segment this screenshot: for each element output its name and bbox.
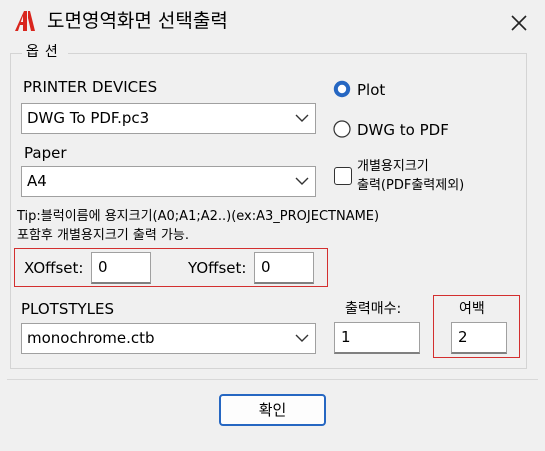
tip-line-2: 포함후 개별용지크기 출력 가능. xyxy=(17,228,190,243)
paper-label: Paper xyxy=(24,144,67,162)
chevron-down-icon xyxy=(295,114,309,122)
tip-line-1: Tip:블럭이름에 용지크기(A0;A1;A2..)(ex:A3_PROJECT… xyxy=(17,209,380,224)
close-button[interactable] xyxy=(503,7,535,39)
autocad-a-icon xyxy=(15,11,35,31)
window-title: 도면영역화면 선택출력 xyxy=(47,10,228,32)
xoffset-label: XOffset: xyxy=(24,259,84,277)
individual-paper-checkbox[interactable] xyxy=(334,167,352,185)
copies-label: 출력매수: xyxy=(345,301,402,317)
individual-paper-label-line2: 출력(PDF출력제외) xyxy=(357,178,465,193)
copies-input[interactable]: 1 xyxy=(334,322,420,354)
paper-select[interactable]: A4 xyxy=(21,166,316,197)
radio-plot-label: Plot xyxy=(357,81,386,99)
radio-plot[interactable]: Plot xyxy=(333,79,453,101)
options-group-legend: 옵션 xyxy=(22,44,68,60)
individual-paper-label: 개별용지크기 출력(PDF출력제외) xyxy=(357,157,464,195)
radio-dwg-to-pdf-label: DWG to PDF xyxy=(357,121,449,139)
plotstyles-label: PLOTSTYLES xyxy=(21,300,115,318)
printer-devices-select[interactable]: DWG To PDF.pc3 xyxy=(21,103,316,134)
radio-unselected-icon[interactable] xyxy=(333,120,351,138)
yoffset-input[interactable]: 0 xyxy=(254,252,314,284)
plotstyles-select[interactable]: monochrome.ctb xyxy=(21,323,316,354)
xoffset-input[interactable]: 0 xyxy=(91,252,151,284)
chevron-down-icon xyxy=(295,334,309,342)
paper-value: A4 xyxy=(27,172,47,190)
radio-dwg-to-pdf[interactable]: DWG to PDF xyxy=(333,119,483,141)
ok-button[interactable]: 확인 xyxy=(219,394,326,426)
chevron-down-icon xyxy=(295,177,309,185)
radio-selected-icon[interactable] xyxy=(333,80,351,98)
individual-paper-label-line1: 개별용지크기 xyxy=(357,159,429,174)
margin-input[interactable]: 2 xyxy=(451,322,507,354)
margin-label: 여백 xyxy=(459,301,485,317)
plotstyles-value: monochrome.ctb xyxy=(27,329,155,347)
printer-devices-label: PRINTER DEVICES xyxy=(23,78,158,96)
close-icon[interactable] xyxy=(503,7,535,39)
printer-devices-value: DWG To PDF.pc3 xyxy=(27,109,150,127)
tip-text: Tip:블럭이름에 용지크기(A0;A1;A2..)(ex:A3_PROJECT… xyxy=(17,207,379,245)
yoffset-label: YOffset: xyxy=(188,259,247,277)
